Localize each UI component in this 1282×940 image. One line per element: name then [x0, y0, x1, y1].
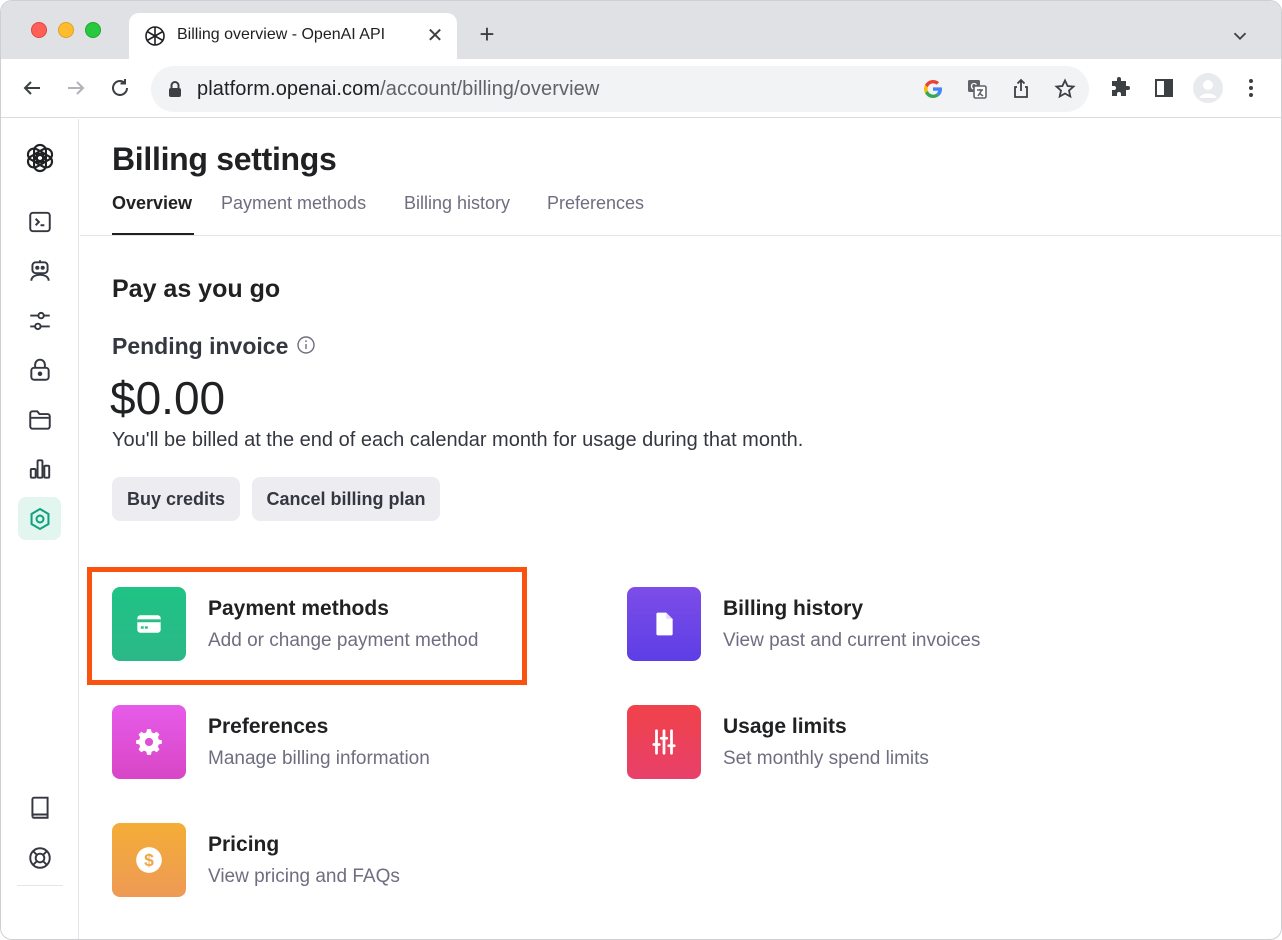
- card-title: Pricing: [208, 833, 280, 856]
- documentation-book-icon[interactable]: [27, 795, 53, 821]
- pending-amount: $0.00: [110, 372, 226, 424]
- side-panel-icon[interactable]: [1152, 76, 1176, 100]
- reload-icon[interactable]: [108, 76, 132, 100]
- tab-preferences[interactable]: Preferences: [547, 193, 644, 235]
- close-window-button[interactable]: [31, 22, 47, 38]
- translate-icon[interactable]: G: [965, 77, 989, 101]
- dollar-icon: $: [136, 847, 162, 873]
- section-title: Pay as you go: [112, 275, 281, 303]
- new-tab-button[interactable]: +: [475, 21, 499, 47]
- url-text: platform.openai.com/account/billing/over…: [197, 78, 599, 101]
- card-billing-history[interactable]: Billing history View past and current in…: [627, 587, 1067, 667]
- tab-payment-methods[interactable]: Payment methods: [221, 193, 366, 235]
- robot-assistant-icon[interactable]: [27, 258, 53, 284]
- google-icon[interactable]: [921, 77, 945, 101]
- folder-icon[interactable]: [27, 407, 53, 433]
- browser-tab[interactable]: Billing overview - OpenAI API ✕: [129, 13, 457, 59]
- share-icon[interactable]: [1009, 77, 1033, 101]
- main-content: Billing settings Overview Payment method…: [80, 119, 1281, 939]
- card-usage-limits[interactable]: Usage limits Set monthly spend limits: [627, 705, 1067, 785]
- sliders-icon: [652, 729, 676, 755]
- openai-logo-icon: [145, 26, 165, 46]
- tab-overview[interactable]: Overview: [112, 193, 192, 235]
- card-icon-bg: [112, 705, 186, 779]
- gear-icon: [136, 729, 162, 755]
- browser-window: Billing overview - OpenAI API ✕ + platfo…: [0, 0, 1282, 940]
- more-vertical-icon[interactable]: [1239, 76, 1263, 100]
- svg-text:$: $: [144, 850, 154, 870]
- card-icon-bg: $: [112, 823, 186, 897]
- sliders-settings-icon[interactable]: [27, 308, 53, 334]
- tab-strip: Billing overview - OpenAI API ✕ +: [1, 1, 1281, 59]
- minimize-window-button[interactable]: [58, 22, 74, 38]
- info-icon[interactable]: [296, 335, 316, 355]
- help-lifebuoy-icon[interactable]: [27, 845, 53, 871]
- document-icon: [656, 612, 673, 636]
- card-icon-bg: [627, 705, 701, 779]
- bar-chart-icon[interactable]: [27, 456, 53, 482]
- card-pricing[interactable]: $ Pricing View pricing and FAQs: [112, 823, 552, 903]
- page-title: Billing settings: [112, 141, 337, 177]
- terminal-icon[interactable]: [27, 209, 53, 235]
- openai-logo-icon[interactable]: [23, 141, 57, 175]
- url-host: platform.openai.com: [197, 78, 381, 100]
- close-tab-icon[interactable]: ✕: [425, 26, 445, 46]
- tab-title: Billing overview - OpenAI API: [177, 26, 386, 43]
- card-subtitle: Manage billing information: [208, 748, 430, 769]
- sidebar: [1, 119, 79, 939]
- card-icon-bg: [627, 587, 701, 661]
- card-preferences[interactable]: Preferences Manage billing information: [112, 705, 552, 785]
- chevron-down-icon[interactable]: [1229, 25, 1251, 47]
- lock-icon: [169, 81, 181, 97]
- highlight-box: [87, 567, 527, 685]
- extensions-puzzle-icon[interactable]: [1108, 76, 1132, 100]
- lock-icon[interactable]: [27, 357, 53, 383]
- pending-invoice-label: Pending invoice: [112, 333, 289, 359]
- forward-arrow-icon[interactable]: [64, 76, 88, 100]
- buy-credits-button[interactable]: Buy credits: [112, 477, 240, 521]
- browser-toolbar: platform.openai.com/account/billing/over…: [1, 59, 1281, 118]
- sidebar-divider: [17, 885, 63, 886]
- card-title: Usage limits: [723, 715, 847, 738]
- back-arrow-icon[interactable]: [20, 76, 44, 100]
- profile-avatar-icon[interactable]: [1193, 73, 1223, 103]
- gear-settings-icon[interactable]: [27, 506, 53, 532]
- card-subtitle: Set monthly spend limits: [723, 748, 929, 769]
- card-title: Preferences: [208, 715, 329, 738]
- card-subtitle: View pricing and FAQs: [208, 866, 400, 887]
- tab-billing-history[interactable]: Billing history: [404, 193, 510, 235]
- billing-note: You'll be billed at the end of each cale…: [112, 429, 804, 451]
- url-path: /account/billing/overview: [380, 78, 600, 100]
- card-title: Billing history: [723, 597, 864, 620]
- cancel-billing-plan-button[interactable]: Cancel billing plan: [252, 477, 440, 521]
- card-subtitle: View past and current invoices: [723, 630, 981, 651]
- tabs-divider: [80, 235, 1281, 236]
- bookmark-star-icon[interactable]: [1053, 77, 1077, 101]
- address-bar[interactable]: platform.openai.com/account/billing/over…: [151, 66, 1089, 112]
- maximize-window-button[interactable]: [85, 22, 101, 38]
